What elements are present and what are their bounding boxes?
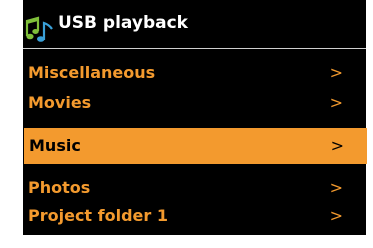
menu-item-movies[interactable]: Movies > (23, 88, 366, 118)
menu-item-photos[interactable]: Photos > (23, 173, 366, 203)
chevron-right-icon: > (329, 93, 343, 112)
menu-item-label: Music (29, 136, 81, 155)
chevron-right-icon: > (330, 136, 344, 155)
chevron-right-icon: > (329, 206, 343, 225)
menu-item-label: Miscellaneous (28, 63, 156, 82)
page-title: USB playback (58, 13, 188, 33)
device-screen: USB playback Miscellaneous > Movies > Mu… (23, 0, 367, 235)
header: USB playback (23, 0, 366, 46)
menu-item-label: Photos (28, 178, 91, 197)
header-divider (23, 48, 366, 49)
menu-item-label: Movies (28, 93, 92, 112)
music-notes-icon (24, 12, 58, 42)
chevron-right-icon: > (329, 63, 343, 82)
menu-item-label: Project folder 1 (28, 206, 168, 225)
menu-item-project-folder-1[interactable]: Project folder 1 > (23, 201, 366, 231)
chevron-right-icon: > (329, 178, 343, 197)
menu-item-music[interactable]: Music > (24, 128, 367, 164)
menu-item-miscellaneous[interactable]: Miscellaneous > (23, 58, 366, 88)
